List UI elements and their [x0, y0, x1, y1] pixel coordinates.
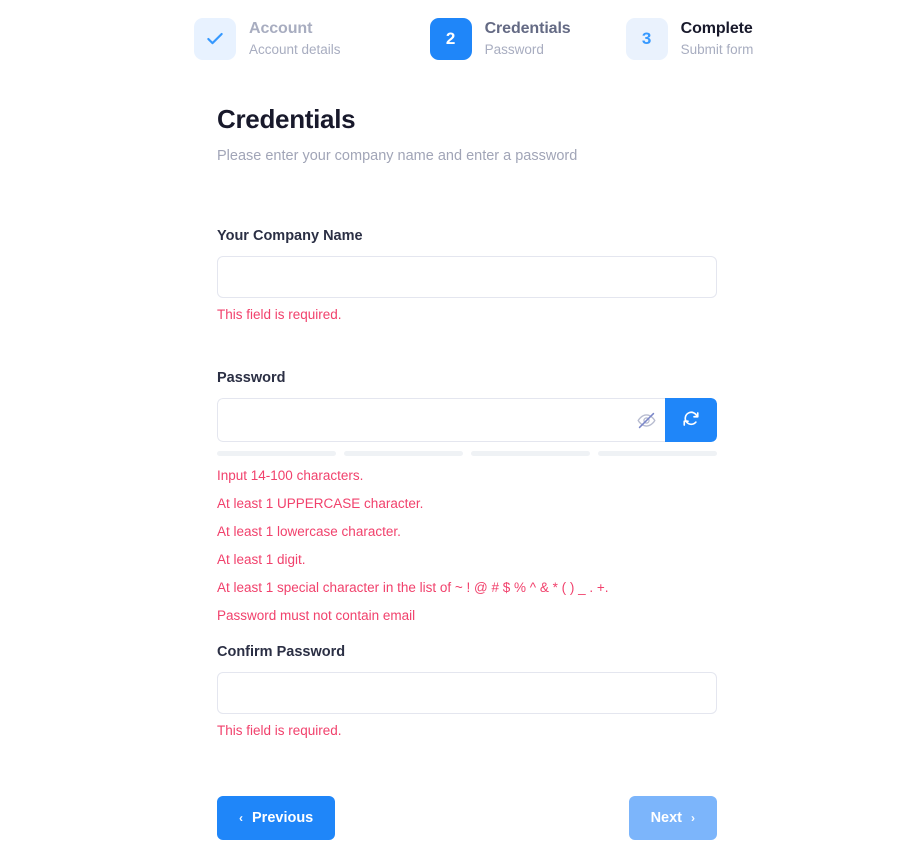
wizard-nav: ‹ Previous Next ›	[217, 796, 717, 840]
step-text-credentials: Credentials Password	[485, 19, 571, 59]
step-badge-credentials: 2	[429, 18, 472, 60]
company-name-error: This field is required.	[217, 307, 342, 322]
next-button[interactable]: Next ›	[628, 796, 717, 840]
password-field-group: Password Input 14-100 characters. At lea…	[217, 370, 717, 623]
company-name-field-group: Your Company Name This field is required…	[217, 228, 717, 322]
strength-segment-4	[598, 451, 717, 456]
password-input-wrapper	[217, 398, 665, 442]
password-input[interactable]	[218, 399, 627, 441]
step-badge-account	[194, 18, 236, 60]
chevron-right-icon: ›	[691, 811, 695, 825]
step-subtitle-complete: Submit form	[680, 42, 754, 58]
password-rule: Input 14-100 characters.	[217, 468, 364, 483]
step-title-credentials: Credentials	[484, 20, 571, 38]
password-input-group	[217, 398, 717, 442]
next-button-label: Next	[650, 810, 682, 826]
step-subtitle-account: Account details	[249, 42, 341, 58]
company-name-input[interactable]	[217, 256, 717, 298]
strength-segment-3	[471, 451, 590, 456]
stepper-item-complete[interactable]: 3 Complete Submit form	[625, 18, 754, 60]
eye-slash-icon[interactable]	[627, 399, 665, 441]
chevron-left-icon: ‹	[239, 811, 243, 825]
page-title: Credentials	[217, 104, 356, 134]
step-subtitle-credentials: Password	[484, 42, 544, 58]
stepper-item-account[interactable]: Account Account details	[194, 18, 341, 60]
password-rule: At least 1 lowercase character.	[217, 524, 401, 539]
confirm-password-error: This field is required.	[217, 723, 342, 738]
password-rule: At least 1 UPPERCASE character.	[217, 496, 424, 511]
previous-button[interactable]: ‹ Previous	[217, 796, 336, 840]
refresh-icon	[682, 410, 700, 431]
step-text-account: Account Account details	[249, 19, 341, 59]
credentials-wizard-page: Account Account details 2 Credentials Pa…	[0, 0, 913, 860]
wizard-stepper: Account Account details 2 Credentials Pa…	[194, 18, 753, 60]
strength-segment-2	[344, 451, 463, 456]
form-header: Credentials Please enter your company na…	[217, 104, 577, 164]
generate-password-button[interactable]	[665, 398, 717, 442]
strength-segment-1	[217, 451, 336, 456]
step-title-complete: Complete	[680, 20, 753, 38]
confirm-password-field-group: Confirm Password This field is required.	[217, 644, 717, 738]
check-icon	[205, 29, 225, 49]
confirm-password-label: Confirm Password	[217, 644, 346, 660]
stepper-item-credentials[interactable]: 2 Credentials Password	[429, 18, 571, 60]
password-strength-meter	[217, 451, 717, 456]
previous-button-label: Previous	[252, 810, 314, 826]
step-text-complete: Complete Submit form	[681, 19, 754, 59]
company-name-label: Your Company Name	[217, 228, 363, 244]
password-rule: At least 1 digit.	[217, 552, 306, 567]
password-rule: At least 1 special character in the list…	[217, 580, 609, 595]
confirm-password-input[interactable]	[217, 672, 717, 714]
password-label: Password	[217, 370, 286, 386]
page-description: Please enter your company name and enter…	[217, 148, 578, 164]
password-rule: Password must not contain email	[217, 608, 416, 623]
password-rules-list: Input 14-100 characters. At least 1 UPPE…	[217, 468, 717, 623]
step-badge-complete: 3	[625, 18, 668, 60]
step-title-account: Account	[249, 20, 313, 38]
